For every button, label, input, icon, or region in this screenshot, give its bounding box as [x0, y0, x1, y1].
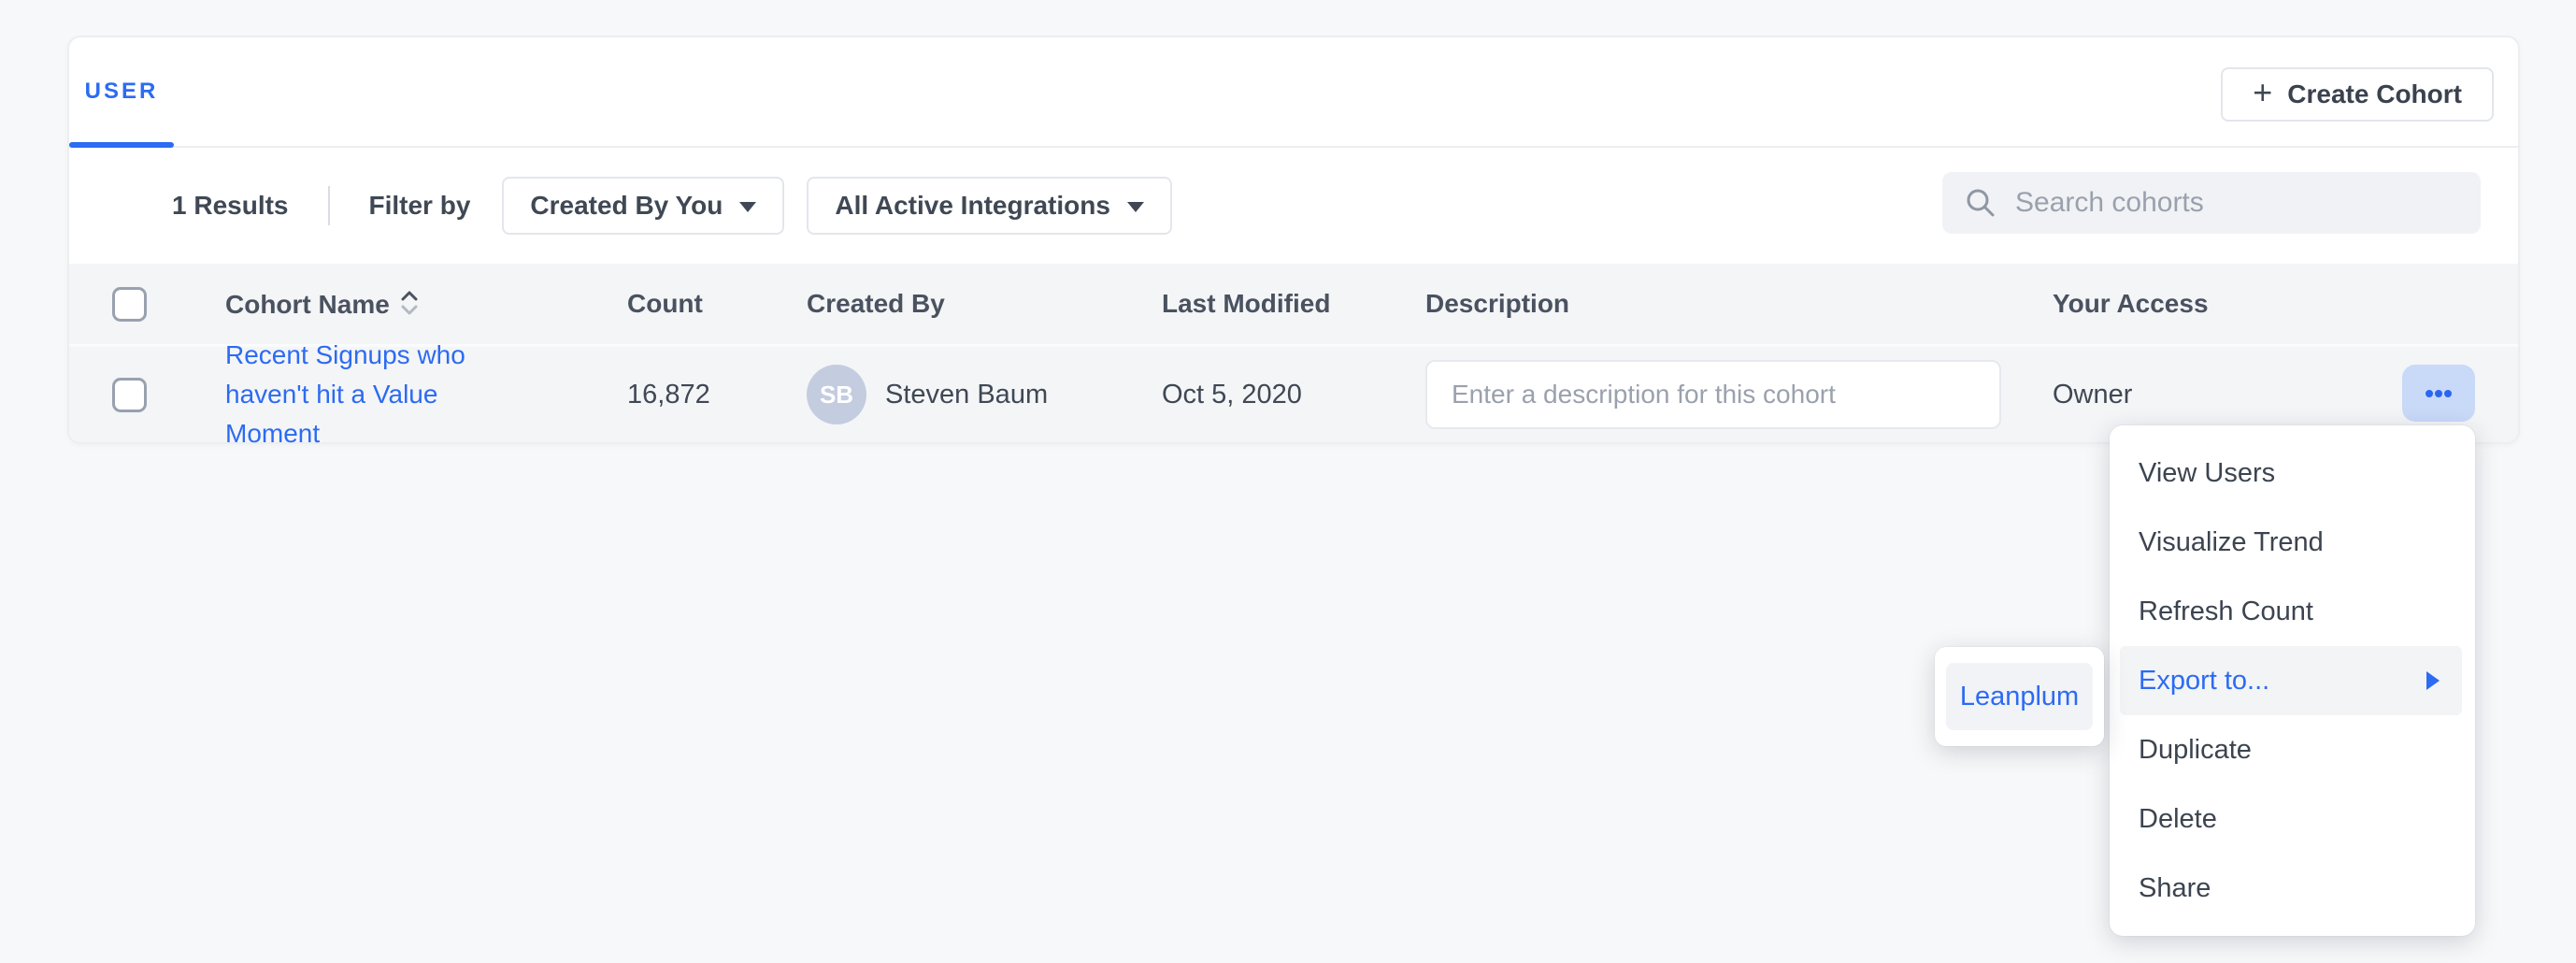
column-count[interactable]: Count [627, 289, 807, 319]
column-your-access[interactable]: Your Access [2053, 289, 2518, 319]
row-actions-button[interactable] [2402, 365, 2475, 422]
column-cohort-name[interactable]: Cohort Name [225, 289, 627, 320]
created-by-name: Steven Baum [885, 380, 1048, 410]
column-last-modified[interactable]: Last Modified [1162, 289, 1425, 319]
export-submenu: Leanplum [1935, 647, 2104, 746]
column-cohort-name-label: Cohort Name [225, 290, 390, 319]
ellipsis-icon [2444, 390, 2452, 397]
create-cohort-label: Create Cohort [2287, 79, 2462, 109]
menu-item-delete[interactable]: Delete [2120, 784, 2462, 854]
search-icon [1965, 187, 1996, 219]
divider [328, 186, 330, 225]
integrations-dropdown-label: All Active Integrations [835, 191, 1110, 221]
header-checkbox-cell [112, 287, 225, 322]
search-box[interactable] [1942, 172, 2481, 234]
create-cohort-button[interactable]: + Create Cohort [2221, 67, 2494, 122]
chevron-down-icon [1127, 202, 1144, 212]
row-checkbox-cell [112, 378, 225, 412]
search-input[interactable] [2015, 187, 2458, 219]
table-header: Cohort Name Count Created By Last Modifi… [69, 264, 2518, 344]
ellipsis-icon [2435, 390, 2442, 397]
tab-user-label: USER [85, 79, 159, 105]
last-modified-cell: Oct 5, 2020 [1162, 380, 1425, 410]
menu-item-export-to[interactable]: Export to... [2120, 646, 2462, 715]
chevron-down-icon [739, 202, 756, 212]
ellipsis-icon [2426, 390, 2433, 397]
cohorts-panel: USER + Create Cohort 1 Results Filter by… [67, 36, 2520, 444]
filter-bar: 1 Results Filter by Created By You All A… [69, 148, 2518, 264]
filter-by-label: Filter by [369, 191, 471, 221]
description-input[interactable] [1425, 360, 2001, 429]
sort-icon [399, 289, 420, 317]
avatar: SB [807, 365, 866, 424]
menu-item-export-to-label: Export to... [2139, 666, 2269, 697]
description-cell [1425, 360, 2053, 429]
column-created-by[interactable]: Created By [807, 289, 1162, 319]
cohort-count: 16,872 [627, 380, 807, 410]
cohort-name-link[interactable]: Recent Signups who haven't hit a Value M… [225, 336, 515, 453]
results-count: 1 Results [172, 191, 289, 221]
menu-item-duplicate[interactable]: Duplicate [2120, 715, 2462, 784]
submenu-item-leanplum[interactable]: Leanplum [1946, 663, 2093, 730]
integrations-dropdown[interactable]: All Active Integrations [807, 177, 1172, 235]
created-by-dropdown-label: Created By You [530, 191, 723, 221]
submenu-arrow-icon [2426, 671, 2440, 690]
row-checkbox[interactable] [112, 378, 147, 412]
menu-item-refresh-count[interactable]: Refresh Count [2120, 577, 2462, 646]
menu-item-view-users[interactable]: View Users [2120, 438, 2462, 508]
tab-bar: USER + Create Cohort [69, 37, 2518, 148]
menu-item-share[interactable]: Share [2120, 854, 2462, 923]
cohort-name-cell: Recent Signups who haven't hit a Value M… [225, 336, 627, 453]
row-actions-menu: View Users Visualize Trend Refresh Count… [2110, 425, 2475, 936]
column-description[interactable]: Description [1425, 289, 2053, 319]
select-all-checkbox[interactable] [112, 287, 147, 322]
tab-user[interactable]: USER [69, 37, 174, 146]
created-by-cell: SB Steven Baum [807, 365, 1162, 424]
menu-item-visualize-trend[interactable]: Visualize Trend [2120, 508, 2462, 577]
created-by-dropdown[interactable]: Created By You [502, 177, 784, 235]
plus-icon: + [2253, 76, 2272, 109]
